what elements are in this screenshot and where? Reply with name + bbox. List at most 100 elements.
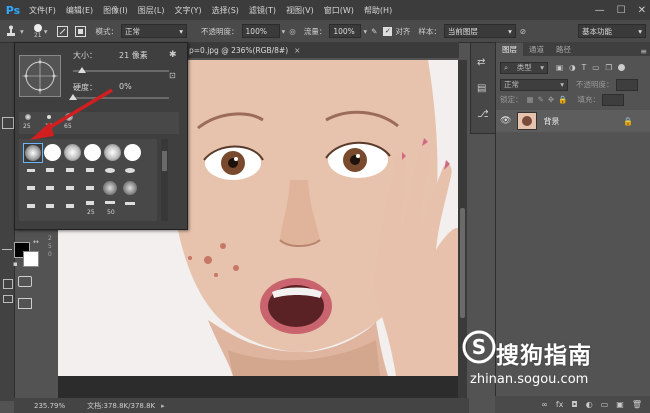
pressure-opacity-icon[interactable]: ◎ [289, 27, 296, 36]
size-value[interactable]: 21 像素 [119, 50, 148, 61]
brush-stroke-icon[interactable] [66, 168, 74, 172]
menu-type[interactable]: 文字(Y) [169, 5, 206, 16]
menu-window[interactable]: 窗口(W) [319, 5, 359, 16]
flow-input[interactable]: 100% [329, 24, 362, 38]
mode-select[interactable]: 正常 ▾ [121, 24, 188, 38]
filter-toggle-icon[interactable] [618, 64, 626, 71]
status-menu-arrow-icon[interactable]: ▸ [161, 402, 165, 410]
hard-round-brush-3-icon[interactable] [124, 144, 141, 161]
tab-channels[interactable]: 通道 [523, 43, 550, 56]
stamp-tool-icon[interactable] [4, 24, 18, 38]
menu-layer[interactable]: 图层(L) [133, 5, 170, 16]
brush-stroke-icon[interactable] [125, 168, 135, 173]
fill-input[interactable] [602, 93, 625, 106]
maximize-button[interactable]: ☐ [617, 5, 626, 16]
lock-all-icon[interactable]: 🔒 [558, 95, 567, 104]
lock-pixels-icon[interactable]: ▦ [527, 95, 534, 104]
tab-paths[interactable]: 路径 [550, 43, 577, 56]
workspace-select[interactable]: 基本功能 ▾ [578, 24, 646, 38]
new-layer-icon[interactable]: ▣ [616, 400, 624, 409]
menu-view[interactable]: 视图(V) [281, 5, 319, 16]
filter-type-icon[interactable]: T [582, 63, 587, 72]
brush-list-scroll-thumb[interactable] [162, 151, 167, 171]
airbrush-icon[interactable]: ✎ [371, 27, 377, 36]
brush-stroke-icon[interactable] [27, 204, 35, 208]
menu-filter[interactable]: 滤镜(T) [244, 5, 281, 16]
hard-round-brush-icon[interactable] [44, 144, 61, 161]
new-preset-icon[interactable]: ⊡ [169, 71, 176, 80]
adjustment-layer-icon[interactable]: ◐ [586, 400, 593, 409]
delete-layer-icon[interactable]: 🗑 [632, 400, 642, 409]
menu-file[interactable]: 文件(F) [24, 5, 61, 16]
new-group-icon[interactable]: ▭ [601, 400, 609, 409]
brush-stroke-icon[interactable] [46, 168, 54, 172]
info-icon[interactable]: ⎇ [477, 109, 489, 120]
filter-pixel-icon[interactable]: ▣ [556, 63, 563, 72]
filter-smart-object-icon[interactable]: ❐ [605, 63, 612, 72]
history-icon[interactable]: ⇄ [477, 57, 485, 68]
layer-row-background[interactable]: 👁 背景 🔒 [496, 110, 650, 132]
selected-brush-cell[interactable] [23, 143, 43, 163]
background-color-swatch[interactable] [23, 251, 39, 267]
close-document-icon[interactable]: × [294, 46, 300, 55]
change-screen-mode-icon[interactable] [18, 298, 32, 309]
scrollbar-thumb[interactable] [460, 208, 465, 318]
opacity-input[interactable]: 100% [241, 24, 280, 38]
brush-stroke-icon[interactable] [86, 168, 94, 172]
gear-icon[interactable]: ✱ [169, 50, 177, 60]
brush-stroke-icon[interactable] [86, 186, 94, 190]
sample-select[interactable]: 当前图层 ▾ [443, 24, 516, 38]
lock-paint-icon[interactable]: ✎ [538, 95, 544, 104]
textured-brush-icon[interactable] [123, 181, 137, 195]
brush-preset-picker[interactable]: 21 [33, 23, 42, 39]
brush-stroke-icon[interactable] [125, 202, 135, 205]
layer-name[interactable]: 背景 [543, 116, 559, 127]
panel-menu-icon[interactable]: ≡ [640, 47, 647, 56]
add-mask-icon[interactable]: ◘ [571, 400, 577, 409]
clone-source-icon[interactable] [74, 24, 88, 38]
brush-stroke-icon[interactable] [66, 204, 74, 208]
lock-move-icon[interactable]: ✥ [548, 95, 554, 104]
size-slider-track[interactable] [73, 70, 169, 72]
menu-help[interactable]: 帮助(H) [359, 5, 397, 16]
flow-chevron-icon[interactable]: ▾ [363, 27, 367, 36]
zoom-level[interactable]: 235.79% [34, 402, 65, 410]
layer-opacity-input[interactable] [615, 78, 638, 91]
swap-colors-icon[interactable]: ↔ [33, 238, 39, 246]
hard-round-brush-2-icon[interactable] [84, 144, 101, 161]
ignore-adjustment-icon[interactable]: ⊘ [520, 27, 526, 36]
soft-round-brush-2-icon[interactable] [64, 144, 81, 161]
filter-kind-select[interactable]: ⌕ 类型 ▾ [500, 61, 548, 74]
blend-mode-select[interactable]: 正常 ▾ [500, 78, 568, 91]
artboard-tool-icon[interactable] [2, 117, 14, 129]
link-layers-icon[interactable]: ∞ [541, 400, 548, 409]
brush-stroke-icon[interactable] [105, 168, 115, 173]
quick-mask-mode-icon[interactable] [18, 276, 32, 287]
menu-edit[interactable]: 编辑(E) [61, 5, 98, 16]
default-colors-icon[interactable]: ▪ [13, 260, 18, 268]
eye-visibility-icon[interactable]: 👁 [500, 116, 511, 126]
layer-style-icon[interactable]: fx [556, 400, 564, 409]
brush-chevron-icon[interactable]: ▾ [44, 27, 48, 36]
brush-stroke-icon[interactable] [105, 201, 115, 204]
tool-preset-chevron-icon[interactable]: ▾ [20, 27, 24, 36]
menu-select[interactable]: 选择(S) [207, 5, 244, 16]
brush-stroke-icon[interactable] [27, 169, 35, 172]
toggle-brush-panel-icon[interactable] [56, 24, 70, 38]
menu-image[interactable]: 图像(I) [98, 5, 133, 16]
document-tab[interactable]: p=0.jpg @ 236%(RGB/8#) × [185, 42, 459, 58]
close-button[interactable]: ✕ [638, 5, 646, 16]
screen-mode-icon[interactable] [3, 295, 13, 303]
brush-stroke-icon[interactable] [86, 201, 94, 205]
size-slider-knob[interactable] [78, 67, 86, 73]
filter-adjustment-icon[interactable]: ◑ [569, 63, 576, 72]
tab-layers[interactable]: 图层 [496, 43, 523, 56]
properties-icon[interactable]: ▤ [477, 83, 486, 94]
brush-stroke-icon[interactable] [27, 186, 35, 190]
align-checkbox[interactable]: ✓ [383, 26, 393, 36]
quick-mask-icon[interactable] [3, 279, 13, 289]
soft-round-brush-3-icon[interactable] [104, 144, 121, 161]
filter-shape-icon[interactable]: ▭ [592, 63, 599, 72]
brush-stroke-icon[interactable] [46, 186, 54, 190]
minimize-button[interactable]: — [595, 5, 605, 16]
